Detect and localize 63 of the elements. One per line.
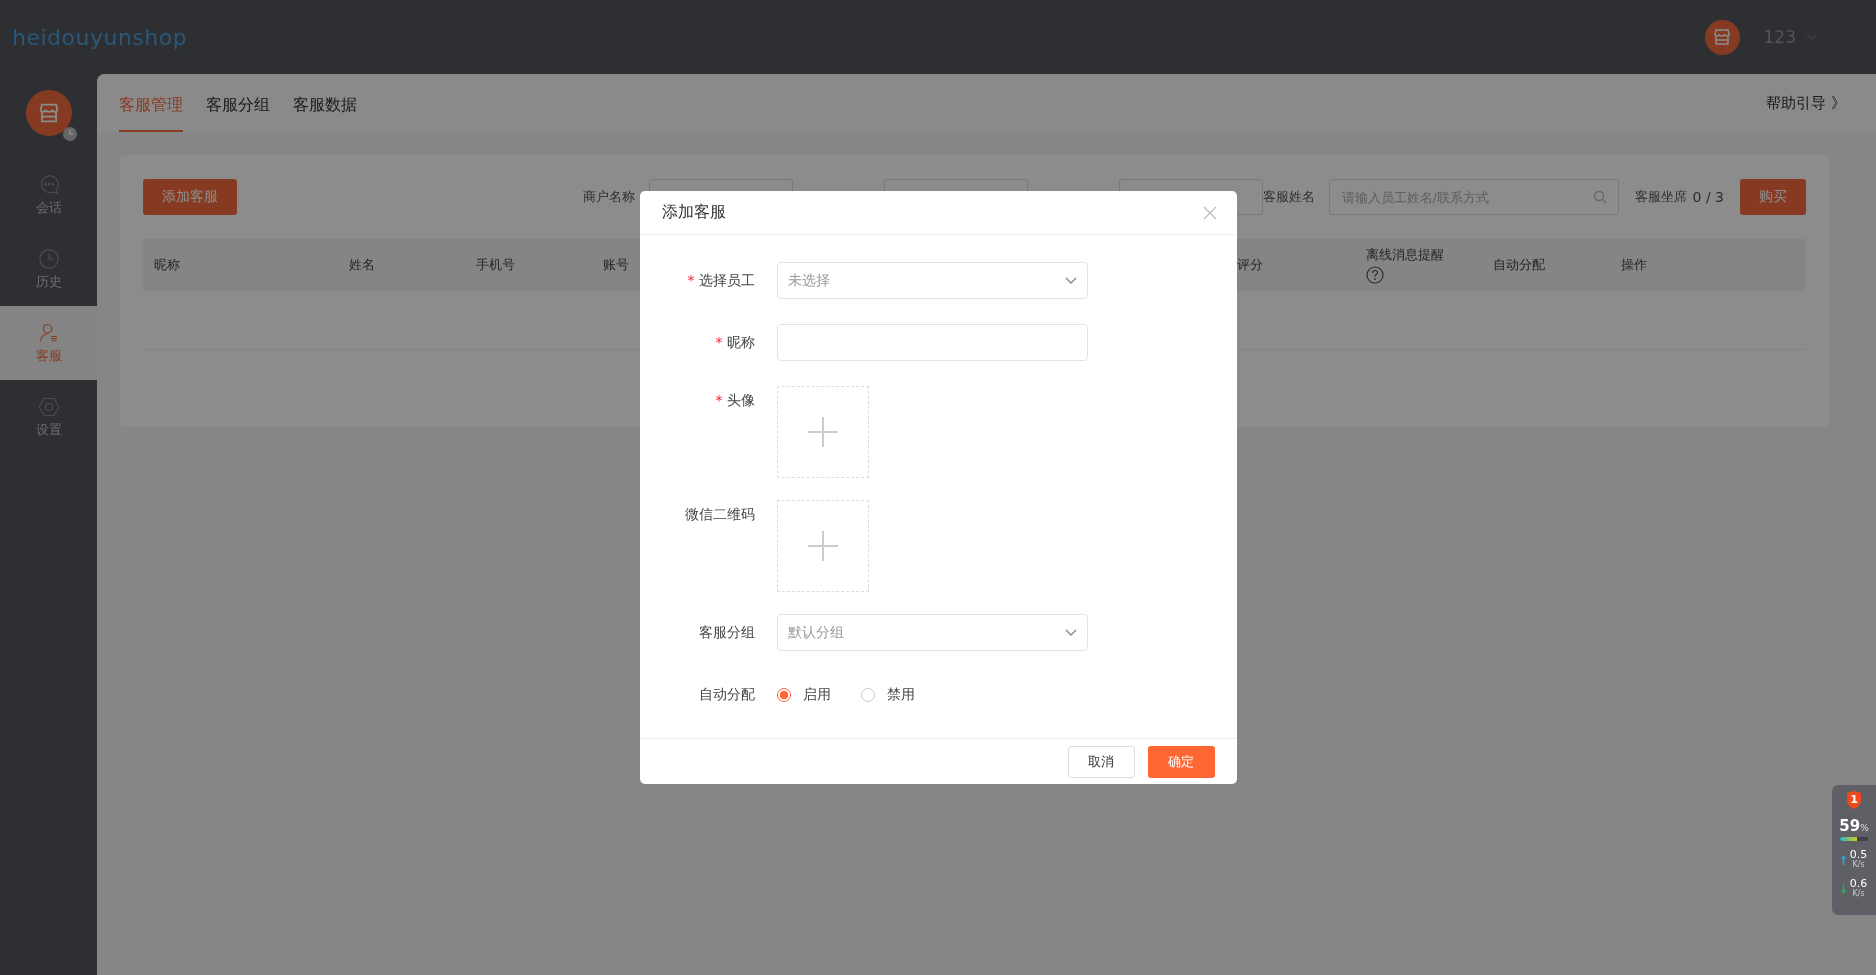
tab[interactable]: 客服数据 — [293, 95, 357, 132]
sidebar-item[interactable]: 会话 — [0, 158, 97, 232]
form-label: 自动分配 — [698, 685, 755, 705]
download-speed: 0.6 — [1849, 878, 1868, 889]
tab[interactable]: 客服分组 — [206, 95, 270, 132]
nickname-input[interactable] — [776, 324, 1088, 362]
help-icon — [1366, 266, 1384, 284]
required-mark: * — [687, 271, 695, 291]
help-link[interactable]: 帮助引导 》 — [1766, 93, 1846, 113]
store-avatar[interactable] — [1704, 19, 1740, 55]
down-arrow-icon — [1840, 883, 1846, 894]
seats-count: 0 / 3 — [1692, 189, 1724, 205]
form-label: 昵称 — [726, 333, 755, 353]
dialog-title: 添加客服 — [661, 202, 726, 224]
alert-shield-icon: 1 — [1846, 791, 1862, 809]
hexagon-icon — [36, 395, 61, 419]
radio-option[interactable]: 启用 — [776, 685, 831, 704]
search-icon — [1592, 190, 1607, 204]
radio-option[interactable]: 禁用 — [860, 685, 915, 704]
form-label: 选择员工 — [698, 271, 755, 291]
clock-icon — [36, 247, 61, 271]
select-field[interactable]: 未选择 — [776, 262, 1088, 300]
plus-icon — [806, 530, 839, 563]
upload-speed: 0.5 — [1849, 849, 1868, 860]
column-header: 操作 — [1621, 256, 1647, 274]
logo: heidouyunshop — [12, 24, 188, 50]
form-label: 客服分组 — [698, 623, 755, 643]
store-avatar[interactable] — [25, 90, 72, 136]
clock-badge-icon — [62, 127, 77, 141]
column-header: 手机号 — [476, 256, 515, 274]
column-header: 账号 — [603, 256, 629, 274]
sidebar-item[interactable]: 设置 — [0, 380, 97, 454]
select-field[interactable]: 默认分组 — [776, 614, 1088, 652]
column-header: 姓名 — [349, 256, 375, 274]
chevron-down-icon — [1064, 628, 1077, 637]
upload-box[interactable] — [776, 500, 869, 593]
upload-box[interactable] — [776, 386, 869, 479]
plus-icon — [806, 416, 839, 449]
speed-unit: K/s — [1852, 889, 1865, 899]
column-header: 离线消息提醒 — [1366, 246, 1444, 264]
filter-label: 商户名称 — [582, 188, 635, 206]
filter-label: 客服姓名 — [1262, 188, 1315, 206]
column-header: 昵称 — [154, 256, 180, 274]
add-agent-button[interactable]: 添加客服 — [143, 179, 237, 215]
seats-label: 客服坐席 — [1634, 188, 1687, 206]
sidebar-item[interactable]: 历史 — [0, 232, 97, 306]
up-arrow-icon — [1840, 854, 1846, 865]
column-header: 自动分配 — [1493, 256, 1545, 274]
cancel-button[interactable]: 取消 — [1067, 745, 1135, 778]
confirm-button[interactable]: 确定 — [1147, 745, 1215, 778]
tab[interactable]: 客服管理 — [119, 95, 183, 132]
column-header: 评分 — [1237, 256, 1263, 274]
speed-unit: K/s — [1852, 860, 1865, 870]
chevron-down-icon — [1064, 276, 1077, 285]
sidebar-item[interactable]: 客服 — [0, 306, 97, 380]
form-label: 微信二维码 — [684, 505, 755, 525]
form-label: 头像 — [726, 391, 755, 411]
cpu-percent: 59 — [1839, 817, 1861, 835]
required-mark: * — [715, 391, 723, 411]
close-icon[interactable] — [1202, 205, 1217, 220]
percent-unit: % — [1860, 823, 1869, 833]
required-mark: * — [715, 333, 723, 353]
buy-button[interactable]: 购买 — [1740, 179, 1806, 215]
